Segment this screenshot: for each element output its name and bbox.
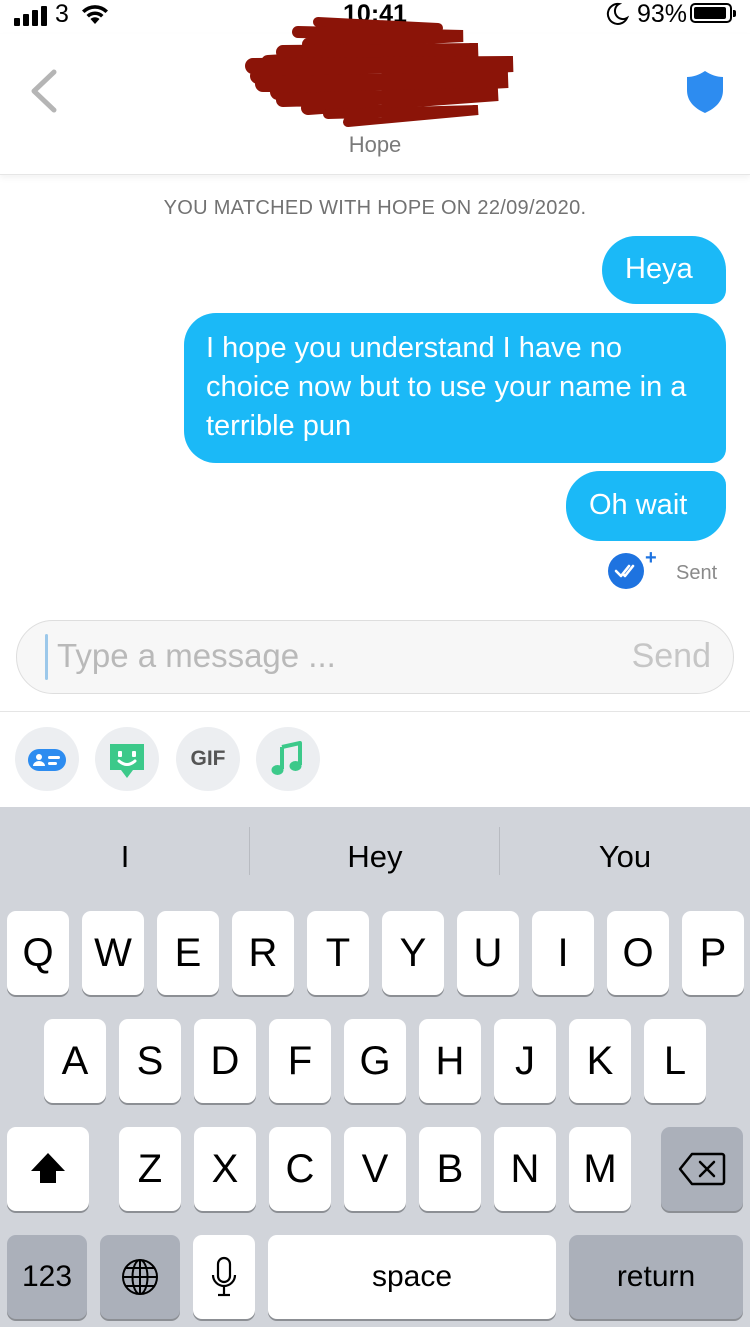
message-placeholder: Type a message ... [57, 637, 336, 674]
suggestion-3[interactable]: You [500, 839, 750, 875]
redacted-avatar-scribble [245, 17, 514, 127]
return-key[interactable]: return [569, 1235, 743, 1319]
key-m[interactable]: M [569, 1127, 631, 1211]
key-z[interactable]: Z [119, 1127, 181, 1211]
plus-icon: + [645, 547, 657, 569]
id-card-icon [28, 749, 66, 771]
double-check-icon [614, 564, 635, 578]
music-note-icon [271, 741, 302, 775]
key-a[interactable]: A [44, 1019, 106, 1103]
globe-icon [122, 1259, 158, 1295]
back-chevron-icon[interactable] [26, 68, 60, 114]
delete-key[interactable] [661, 1127, 743, 1211]
key-n[interactable]: N [494, 1127, 556, 1211]
text-caret [45, 634, 48, 680]
send-button[interactable]: Send [632, 637, 711, 676]
message-bubble[interactable]: Heya [602, 236, 726, 304]
key-x[interactable]: X [194, 1127, 256, 1211]
globe-key[interactable] [100, 1235, 180, 1319]
key-v[interactable]: V [344, 1127, 406, 1211]
message-input[interactable]: Type a message ... Send [16, 620, 734, 694]
key-h[interactable]: H [419, 1019, 481, 1103]
key-t[interactable]: T [307, 911, 369, 995]
message-status: Sent [676, 562, 718, 584]
key-j[interactable]: J [494, 1019, 556, 1103]
message-bubble[interactable]: Oh wait [566, 471, 726, 541]
numbers-key[interactable]: 123 [7, 1235, 87, 1319]
key-c[interactable]: C [269, 1127, 331, 1211]
key-g[interactable]: G [344, 1019, 406, 1103]
moon-icon [606, 2, 629, 25]
contact-name[interactable]: Hope [0, 132, 750, 158]
key-b[interactable]: B [419, 1127, 481, 1211]
suggestion-1[interactable]: I [0, 839, 250, 875]
music-button[interactable] [256, 727, 320, 791]
key-l[interactable]: L [644, 1019, 706, 1103]
shield-icon[interactable] [686, 70, 724, 114]
dictation-key[interactable] [193, 1235, 255, 1319]
key-i[interactable]: I [532, 911, 594, 995]
key-u[interactable]: U [457, 911, 519, 995]
shift-arrow-icon [31, 1153, 65, 1183]
key-w[interactable]: W [82, 911, 144, 995]
key-f[interactable]: F [269, 1019, 331, 1103]
backspace-icon [678, 1152, 726, 1186]
gif-label: GIF [190, 747, 226, 770]
space-key[interactable]: space [268, 1235, 556, 1319]
match-notice: YOU MATCHED WITH HOPE ON 22/09/2020. [163, 197, 587, 219]
divider [0, 711, 750, 712]
key-r[interactable]: R [232, 911, 294, 995]
key-k[interactable]: K [569, 1019, 631, 1103]
key-q[interactable]: Q [7, 911, 69, 995]
battery-icon [690, 3, 736, 23]
shift-key[interactable] [7, 1127, 89, 1211]
key-y[interactable]: Y [382, 911, 444, 995]
key-p[interactable]: P [682, 911, 744, 995]
chat-header: Hope [0, 17, 750, 175]
message-bubble[interactable]: I hope you understand I have no choice n… [184, 313, 726, 463]
microphone-icon [211, 1256, 237, 1297]
keyboard: I Hey You Q W E R T Y U I O P A S D F G … [0, 807, 750, 1327]
battery-percent: 93% [637, 0, 688, 28]
key-o[interactable]: O [607, 911, 669, 995]
key-e[interactable]: E [157, 911, 219, 995]
suggestion-2[interactable]: Hey [250, 839, 500, 875]
emoji-button[interactable] [95, 727, 159, 791]
smiley-chat-icon [110, 744, 144, 778]
key-d[interactable]: D [194, 1019, 256, 1103]
profile-card-button[interactable] [15, 727, 79, 791]
read-receipt-icon[interactable] [608, 553, 644, 589]
key-s[interactable]: S [119, 1019, 181, 1103]
gif-button[interactable]: GIF [176, 727, 240, 791]
